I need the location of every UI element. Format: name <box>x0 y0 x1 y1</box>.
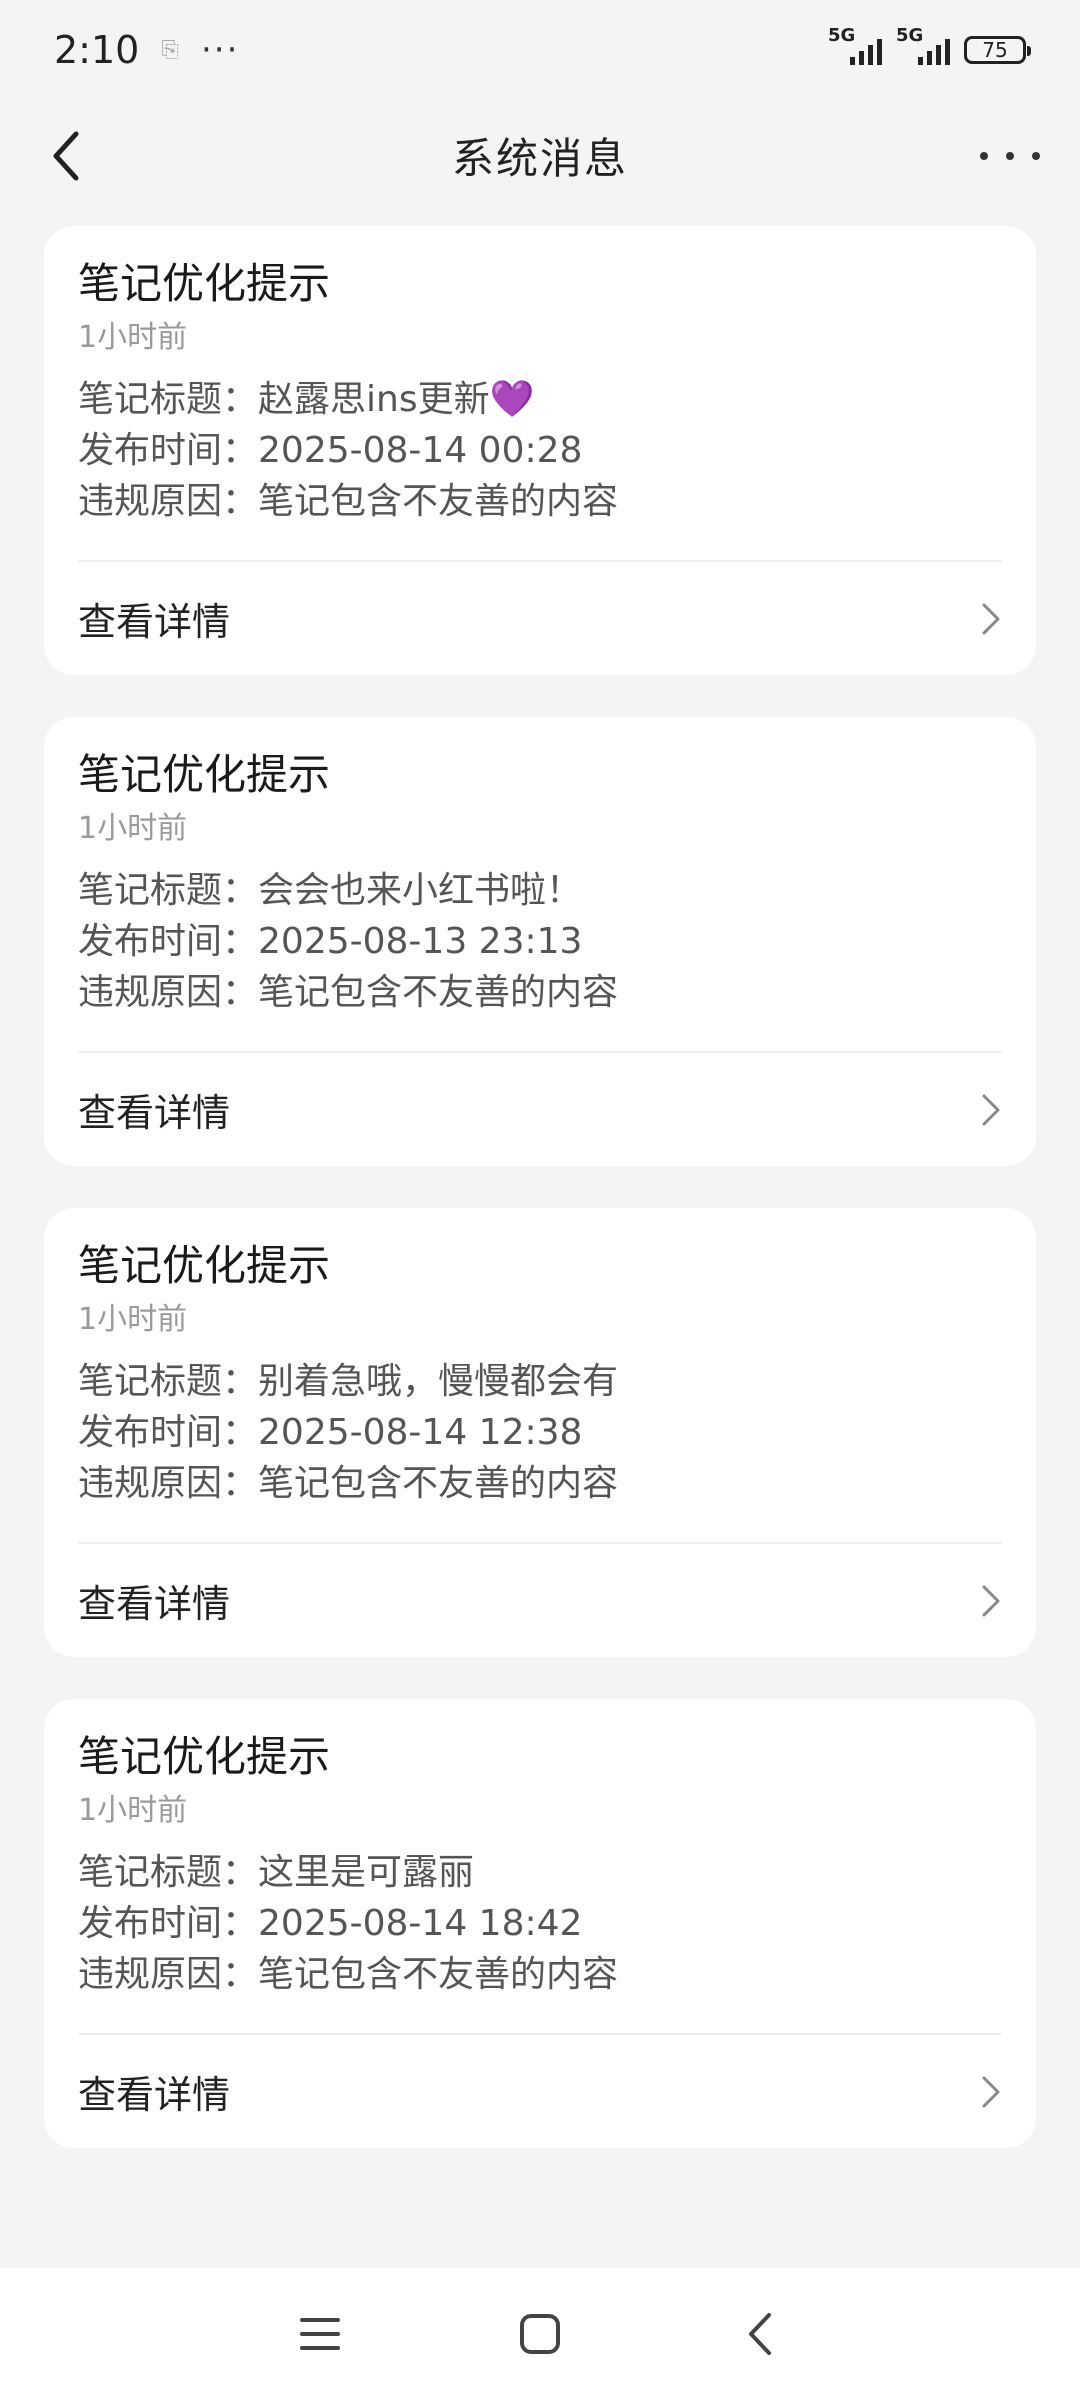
note-title-row: 笔记标题：别着急哦，慢慢都会有 <box>78 1356 1002 1407</box>
publish-time-row: 发布时间：2025-08-14 18:42 <box>78 1898 1002 1949</box>
note-title-label: 笔记标题： <box>78 870 259 911</box>
reason-row: 违规原因：笔记包含不友善的内容 <box>78 967 1002 1018</box>
note-title-value: 这里是可露丽 <box>258 1852 475 1893</box>
view-details-label: 查看详情 <box>78 600 231 644</box>
chevron-left-icon <box>53 131 79 181</box>
battery-icon: 75 <box>964 36 1031 64</box>
system-nav-bar <box>0 2268 1080 2400</box>
menu-icon <box>300 2318 340 2350</box>
home-square-icon <box>520 2314 560 2354</box>
card-details: 笔记标题：赵露思ins更新💜 发布时间：2025-08-14 00:28 违规原… <box>78 374 1002 527</box>
reason-value: 笔记包含不友善的内容 <box>258 1463 619 1504</box>
publish-time-value: 2025-08-13 23:13 <box>258 921 583 962</box>
publish-time-label: 发布时间： <box>78 921 259 962</box>
note-title-row: 笔记标题：会会也来小红书啦！ <box>78 865 1002 916</box>
view-details-label: 查看详情 <box>78 1091 231 1135</box>
chevron-right-icon <box>982 1585 1000 1616</box>
note-title-row: 笔记标题：赵露思ins更新💜 <box>78 374 1002 425</box>
header: 系统消息 <box>0 100 1080 210</box>
card-time: 1小时前 <box>78 811 188 846</box>
publish-time-label: 发布时间： <box>78 1412 259 1453</box>
reason-label: 违规原因： <box>78 481 259 522</box>
status-left: 2:10 ⎘ ··· <box>54 28 239 72</box>
publish-time-label: 发布时间： <box>78 430 259 471</box>
reason-value: 笔记包含不友善的内容 <box>258 1954 619 1995</box>
note-title-value: 赵露思ins更新💜 <box>258 379 535 420</box>
message-card: 笔记优化提示 1小时前 笔记标题：会会也来小红书啦！ 发布时间：2025-08-… <box>44 717 1036 1166</box>
signal-2-label: 5G <box>896 25 924 46</box>
signal-1: 5G <box>828 25 882 65</box>
message-card: 笔记优化提示 1小时前 笔记标题：赵露思ins更新💜 发布时间：2025-08-… <box>44 226 1036 675</box>
card-details: 笔记标题：这里是可露丽 发布时间：2025-08-14 18:42 违规原因：笔… <box>78 1847 1002 2000</box>
reason-value: 笔记包含不友善的内容 <box>258 972 619 1013</box>
menu-button[interactable] <box>290 2304 350 2364</box>
chevron-right-icon <box>982 1094 1000 1125</box>
view-details-button[interactable]: 查看详情 <box>78 1544 1002 1657</box>
card-time: 1小时前 <box>78 1793 188 1828</box>
view-details-button[interactable]: 查看详情 <box>78 2035 1002 2148</box>
status-right: 5G 5G 75 <box>828 25 1031 65</box>
card-time: 1小时前 <box>78 320 188 355</box>
publish-time-value: 2025-08-14 00:28 <box>258 430 583 471</box>
view-details-label: 查看详情 <box>78 2073 231 2117</box>
status-more-dots: ··· <box>200 30 240 70</box>
message-card: 笔记优化提示 1小时前 笔记标题：别着急哦，慢慢都会有 发布时间：2025-08… <box>44 1208 1036 1657</box>
reason-row: 违规原因：笔记包含不友善的内容 <box>78 1949 1002 2000</box>
reason-label: 违规原因： <box>78 1463 259 1504</box>
back-button[interactable] <box>44 128 94 184</box>
page-title: 系统消息 <box>451 133 628 183</box>
reason-label: 违规原因： <box>78 1954 259 1995</box>
publish-time-row: 发布时间：2025-08-13 23:13 <box>78 916 1002 967</box>
message-card: 笔记优化提示 1小时前 笔记标题：这里是可露丽 发布时间：2025-08-14 … <box>44 1699 1036 2148</box>
more-button[interactable] <box>980 136 1040 176</box>
publish-time-value: 2025-08-14 12:38 <box>258 1412 583 1453</box>
back-triangle-icon <box>749 2313 771 2355</box>
more-horizontal-icon <box>980 152 988 160</box>
note-title-value: 会会也来小红书啦！ <box>258 870 583 911</box>
card-details: 笔记标题：别着急哦，慢慢都会有 发布时间：2025-08-14 12:38 违规… <box>78 1356 1002 1509</box>
reason-label: 违规原因： <box>78 972 259 1013</box>
view-details-button[interactable]: 查看详情 <box>78 1053 1002 1166</box>
card-details: 笔记标题：会会也来小红书啦！ 发布时间：2025-08-13 23:13 违规原… <box>78 865 1002 1018</box>
publish-time-row: 发布时间：2025-08-14 12:38 <box>78 1407 1002 1458</box>
card-title: 笔记优化提示 <box>78 750 331 799</box>
card-title: 笔记优化提示 <box>78 259 331 308</box>
status-bar: 2:10 ⎘ ··· 5G 5G 75 <box>0 0 1080 100</box>
home-button[interactable] <box>510 2304 570 2364</box>
reason-row: 违规原因：笔记包含不友善的内容 <box>78 1458 1002 1509</box>
status-time: 2:10 <box>54 28 140 72</box>
card-time: 1小时前 <box>78 1302 188 1337</box>
card-title: 笔记优化提示 <box>78 1241 331 1290</box>
note-title-label: 笔记标题： <box>78 1361 259 1402</box>
reason-row: 违规原因：笔记包含不友善的内容 <box>78 476 1002 527</box>
publish-time-row: 发布时间：2025-08-14 00:28 <box>78 425 1002 476</box>
battery-level: 75 <box>982 38 1008 62</box>
more-dot <box>1032 152 1040 160</box>
view-details-button[interactable]: 查看详情 <box>78 562 1002 675</box>
message-list: 笔记优化提示 1小时前 笔记标题：赵露思ins更新💜 发布时间：2025-08-… <box>44 226 1036 2190</box>
publish-time-label: 发布时间： <box>78 1903 259 1944</box>
note-title-value: 别着急哦，慢慢都会有 <box>258 1361 619 1402</box>
app-badge-icon: ⎘ <box>161 37 179 63</box>
card-title: 笔记优化提示 <box>78 1732 331 1781</box>
more-dot <box>1006 152 1014 160</box>
signal-2: 5G <box>896 25 950 65</box>
chevron-right-icon <box>982 603 1000 634</box>
reason-value: 笔记包含不友善的内容 <box>258 481 619 522</box>
publish-time-value: 2025-08-14 18:42 <box>258 1903 583 1944</box>
signal-1-label: 5G <box>828 25 856 46</box>
note-title-row: 笔记标题：这里是可露丽 <box>78 1847 1002 1898</box>
chevron-right-icon <box>982 2076 1000 2107</box>
system-back-button[interactable] <box>730 2304 790 2364</box>
note-title-label: 笔记标题： <box>78 379 259 420</box>
view-details-label: 查看详情 <box>78 1582 231 1626</box>
note-title-label: 笔记标题： <box>78 1852 259 1893</box>
